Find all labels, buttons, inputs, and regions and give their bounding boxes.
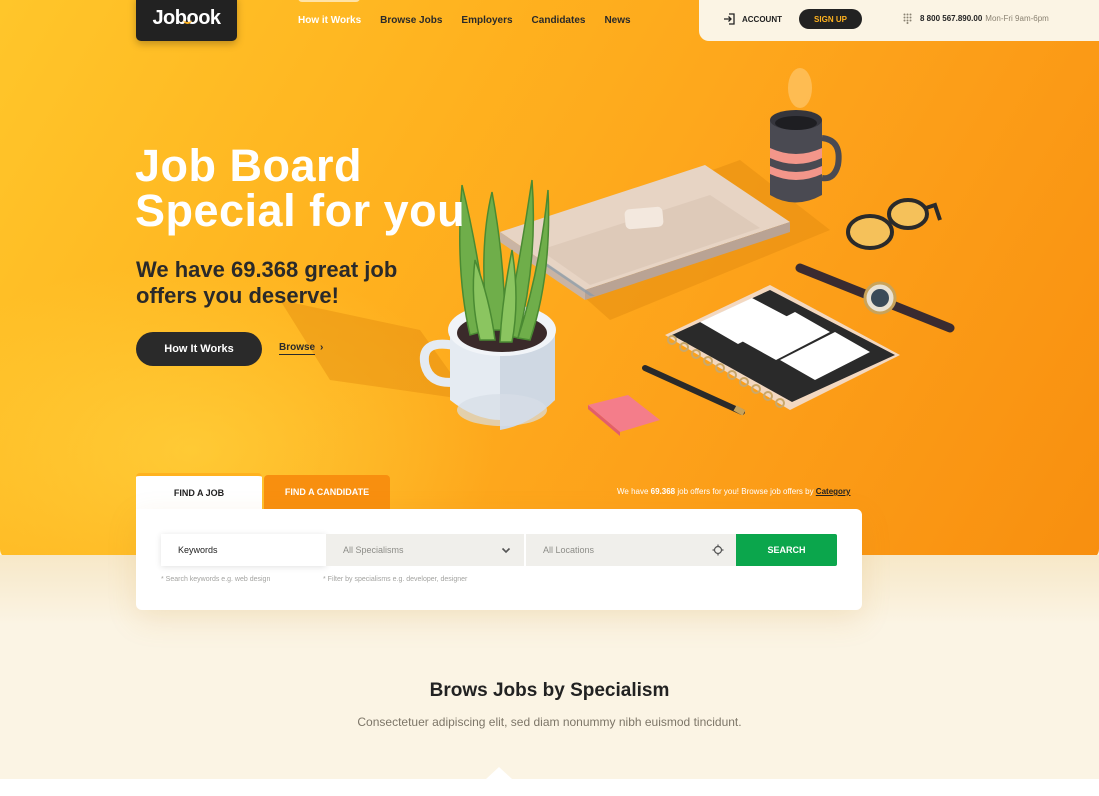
phone-info: 8 800 567.890.00 Mon-Fri 9am-6pm <box>903 13 1049 24</box>
hero-subtitle-line1: We have 69.368 great job <box>136 257 398 282</box>
locations-value: All Locations <box>543 545 595 555</box>
chevron-right-icon: › <box>320 342 324 353</box>
specialisms-select[interactable]: All Specialisms <box>326 534 524 566</box>
hint-keywords: * Search keywords e.g. web design <box>161 576 271 583</box>
phone-hours: Mon-Fri 9am-6pm <box>985 14 1049 23</box>
offers-prefix: We have <box>617 487 651 496</box>
account-link[interactable]: ACCOUNT <box>723 12 782 26</box>
account-label: ACCOUNT <box>742 14 782 24</box>
nav-candidates[interactable]: Candidates <box>532 14 586 28</box>
nav-how-it-works[interactable]: How it Works <box>298 14 361 28</box>
keywords-input[interactable]: Keywords <box>161 534 326 566</box>
phone-number: 8 800 567.890.00 <box>920 14 983 23</box>
login-icon <box>724 13 735 25</box>
section-title: Brows Jobs by Specialism <box>429 680 670 701</box>
bottom-band <box>0 779 1099 796</box>
specialisms-value: All Specialisms <box>343 545 404 555</box>
section-subtitle: Consectetuer adipiscing elit, sed diam n… <box>357 715 742 729</box>
keywords-value: Keywords <box>178 545 218 555</box>
hint-specialisms: * Filter by specialisms e.g. developer, … <box>323 576 468 583</box>
offers-count: 69.368 <box>650 487 676 496</box>
offers-suffix: job offers for you! Browse job offers by <box>675 487 816 496</box>
signup-button[interactable]: SIGN UP <box>799 9 862 29</box>
hero-title: Job Board Special for you <box>135 143 555 233</box>
hero-subtitle: We have 69.368 great job offers you dese… <box>136 257 456 309</box>
phone-keypad-icon <box>903 13 912 24</box>
nav-employers[interactable]: Employers <box>461 14 512 28</box>
tab-find-a-candidate[interactable]: FIND A CANDIDATE <box>264 475 390 509</box>
header-right-panel: ACCOUNT SIGN UP 8 800 567.890.00 Mon-Fri… <box>699 0 1099 41</box>
nav-browse-jobs[interactable]: Browse Jobs <box>380 14 442 28</box>
main-nav: How it Works Browse Jobs Employers Candi… <box>298 14 650 28</box>
offers-note: We have 69.368 job offers for you! Brows… <box>617 487 850 496</box>
locations-select[interactable]: All Locations <box>526 534 736 566</box>
section-notch <box>486 767 512 779</box>
category-link[interactable]: Category <box>816 487 851 496</box>
search-button[interactable]: SEARCH <box>736 534 837 566</box>
browse-link[interactable]: Browse <box>279 342 316 355</box>
tab-find-a-job[interactable]: FIND A JOB <box>136 473 262 509</box>
chevron-down-icon <box>501 547 511 554</box>
crosshair-icon[interactable] <box>712 544 724 556</box>
search-panel: Keywords All Specialisms All Locations S… <box>136 509 862 610</box>
how-it-works-button[interactable]: How It Works <box>136 332 262 366</box>
nav-active-indicator <box>298 0 360 2</box>
nav-news[interactable]: News <box>604 14 630 28</box>
hero-subtitle-line2: offers you deserve! <box>136 283 339 308</box>
hero-title-line2: Special for you <box>135 185 466 236</box>
hero-title-line1: Job Board <box>135 140 363 191</box>
logo[interactable]: Jobook <box>136 0 237 41</box>
